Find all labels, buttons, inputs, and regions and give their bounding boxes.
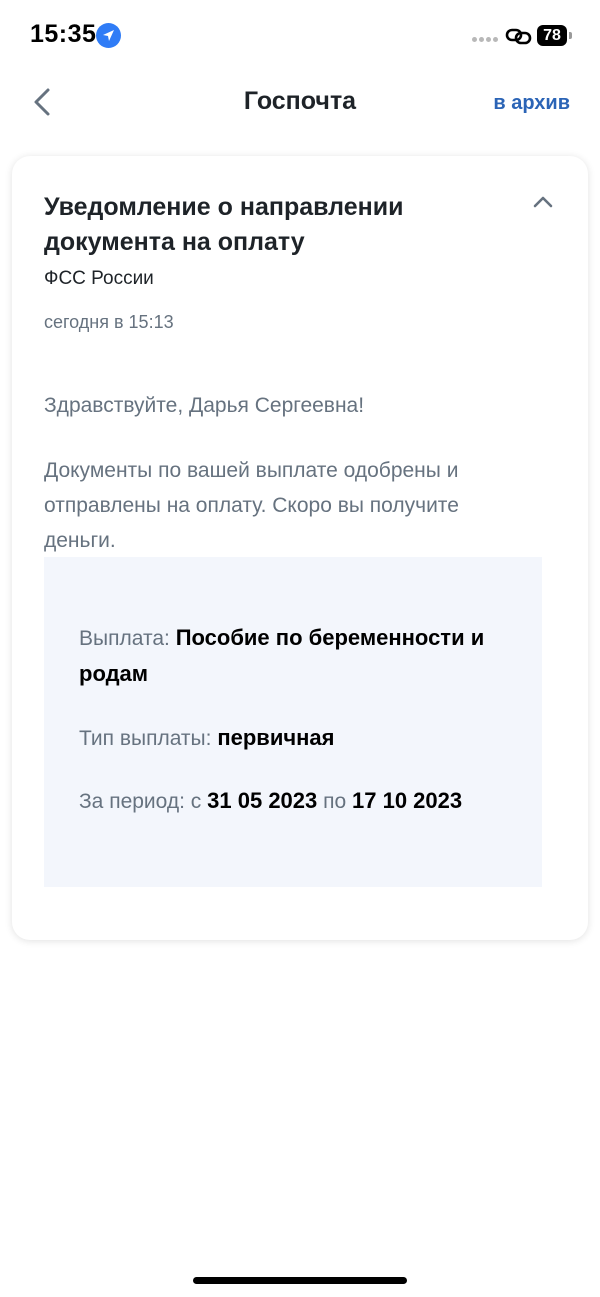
status-bar: 15:35 78: [0, 0, 600, 70]
message-date: сегодня в 15:13: [44, 312, 174, 332]
period-to: 17 10 2023: [352, 788, 463, 813]
message-sender: ФСС России: [44, 268, 154, 289]
payment-label: Выплата:: [79, 627, 170, 650]
collapse-button[interactable]: [530, 192, 556, 212]
location-arrow-icon: [96, 23, 121, 48]
period-row: За период: с 31 05 2023 по 17 10 2023: [79, 783, 519, 819]
home-indicator[interactable]: [193, 1277, 407, 1284]
payment-details: Выплата: Пособие по беременности и родам…: [44, 557, 542, 887]
link-icon: [505, 26, 533, 46]
battery-tip: [569, 32, 572, 39]
message-card: Уведомление о направлении документа на о…: [12, 156, 588, 940]
chevron-up-icon: [533, 196, 553, 208]
message-title: Уведомление о направлении документа на о…: [44, 193, 404, 256]
screen: 15:35 78 Госпочта в архив Уведомление о …: [0, 0, 600, 1297]
payment-type-value: первичная: [217, 725, 335, 750]
battery-icon: 78: [537, 25, 567, 46]
archive-button[interactable]: в архив: [493, 92, 570, 115]
period-to-label: по: [323, 790, 347, 813]
payment-row: Выплата: Пособие по беременности и родам: [79, 620, 519, 692]
message-greeting: Здравствуйте, Дарья Сергеевна!: [44, 394, 365, 417]
period-label: За период: с: [79, 790, 202, 813]
payment-type-label: Тип выплаты:: [79, 727, 212, 750]
message-body: Документы по вашей выплате одобрены и от…: [44, 459, 459, 552]
cellular-signal-icon: [472, 37, 500, 43]
status-time: 15:35: [30, 20, 97, 48]
header: Госпочта в архив: [0, 70, 600, 136]
period-from: 31 05 2023: [207, 788, 318, 813]
payment-type-row: Тип выплаты: первичная: [79, 720, 519, 756]
